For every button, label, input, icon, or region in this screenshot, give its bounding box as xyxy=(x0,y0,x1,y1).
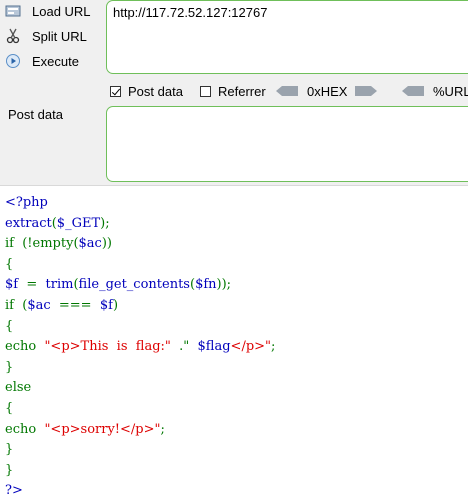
code-token: ." xyxy=(179,339,198,355)
code-token: echo xyxy=(5,339,45,355)
load-url-button[interactable]: Load URL xyxy=(4,0,104,22)
url-encode-label: %URL xyxy=(433,83,468,99)
code-line: if (!empty($ac)) xyxy=(5,234,465,255)
code-line: else xyxy=(5,378,465,399)
play-icon xyxy=(4,52,22,70)
code-token: echo xyxy=(5,421,45,437)
code-token: if (! xyxy=(5,236,33,252)
code-token: file_get_contents xyxy=(78,277,190,293)
hex-label: 0xHEX xyxy=(307,83,348,99)
code-token: extract xyxy=(5,215,52,231)
code-token: trim xyxy=(45,277,74,293)
code-token: </p>" xyxy=(230,339,272,355)
php-source-code: <?php extract($_GET); if (!empty($ac)){$f … xyxy=(5,193,465,502)
code-line: <?php xyxy=(5,193,465,214)
code-token: "<p>sorry!</p>" xyxy=(44,421,161,437)
code-token: ; xyxy=(160,421,165,437)
code-token: if ( xyxy=(5,297,28,313)
code-line: { xyxy=(5,255,465,276)
arrow-left-icon[interactable] xyxy=(402,86,424,96)
code-token: )) xyxy=(101,236,112,252)
code-token: { xyxy=(5,256,14,272)
hex-encode-control[interactable]: 0xHEX xyxy=(276,82,378,100)
code-token: "<p>This is flag:" xyxy=(44,339,180,355)
post-data-checkbox[interactable] xyxy=(110,85,121,97)
code-token: $_GET xyxy=(56,215,101,231)
code-line: echo "<p>This is flag:" ." $flag</p>"; xyxy=(5,337,465,358)
code-line: ?> xyxy=(5,481,465,502)
split-url-button[interactable]: Split URL xyxy=(4,25,104,47)
code-token: $fn xyxy=(195,277,217,293)
referrer-checkbox[interactable] xyxy=(200,85,211,97)
code-token: } xyxy=(5,359,14,375)
post-data-toggle-label: Post data xyxy=(128,83,183,99)
code-line: { xyxy=(5,317,465,338)
code-token: $flag xyxy=(197,339,231,355)
scissors-icon xyxy=(4,27,22,45)
code-token: $ac xyxy=(78,236,102,252)
code-token: else xyxy=(5,380,32,396)
code-token: { xyxy=(5,400,14,416)
code-token: } xyxy=(5,442,14,458)
code-token: $f xyxy=(5,277,27,293)
code-line: } xyxy=(5,358,465,379)
code-line: } xyxy=(5,440,465,461)
code-token: ; xyxy=(271,339,276,355)
code-line: extract($_GET); xyxy=(5,214,465,235)
code-line: { xyxy=(5,399,465,420)
hackbar-panel: Load URL Split URL Execute http://117.72… xyxy=(0,0,468,186)
code-token: { xyxy=(5,318,14,334)
code-token: $f xyxy=(99,297,113,313)
arrow-left-icon[interactable] xyxy=(276,86,298,96)
code-line: } xyxy=(5,461,465,482)
code-line: $f = trim(file_get_contents($fn)); xyxy=(5,275,465,296)
split-url-label: Split URL xyxy=(32,28,87,44)
code-token: $ac xyxy=(27,297,59,313)
referrer-toggle-label: Referrer xyxy=(218,83,266,99)
code-token: === xyxy=(58,297,100,313)
options-row: Post data Referrer 0xHEX %URL xyxy=(110,82,468,100)
load-url-icon xyxy=(4,2,22,20)
execute-button[interactable]: Execute xyxy=(4,50,104,72)
url-input[interactable]: http://117.72.52.127:12767 xyxy=(106,0,468,74)
code-token: ) xyxy=(112,297,119,313)
post-data-label: Post data xyxy=(8,107,63,122)
code-token: <?php xyxy=(5,195,48,210)
referrer-toggle[interactable]: Referrer xyxy=(200,82,266,100)
code-token: )); xyxy=(216,277,232,293)
post-data-input[interactable] xyxy=(106,106,468,182)
code-token: ); xyxy=(100,215,110,231)
code-line: echo "<p>sorry!</p>"; xyxy=(5,420,465,441)
code-token: empty xyxy=(32,236,74,252)
code-token: = xyxy=(26,277,46,293)
code-token: } xyxy=(5,462,14,478)
load-url-label: Load URL xyxy=(32,3,91,19)
post-data-toggle[interactable]: Post data xyxy=(110,82,183,100)
execute-label: Execute xyxy=(32,53,79,69)
arrow-right-icon[interactable] xyxy=(355,86,378,96)
code-token: ?> xyxy=(5,483,23,499)
code-line: if ($ac === $f) xyxy=(5,296,465,317)
url-encode-control[interactable]: %URL xyxy=(402,82,468,100)
